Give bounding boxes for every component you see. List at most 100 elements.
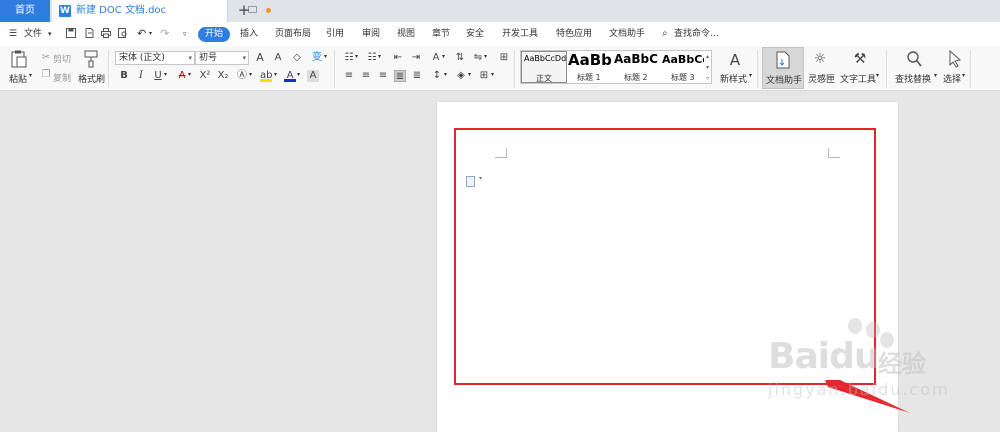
chevron-down-icon[interactable]: ▾	[442, 53, 445, 60]
text-tools-button[interactable]: 文字工具	[840, 72, 876, 85]
format-painter-button[interactable]: 格式刷	[78, 72, 105, 85]
gallery-scroll-down-icon[interactable]: ▾	[704, 62, 711, 73]
format-painter-icon[interactable]	[84, 50, 98, 68]
menu-tab-review[interactable]: 审阅	[362, 22, 380, 46]
strikethrough-icon[interactable]: A	[176, 70, 188, 82]
menu-tab-doc-assistant[interactable]: 文档助手	[609, 22, 645, 46]
new-style-icon[interactable]: A	[726, 51, 744, 69]
superscript-icon[interactable]: X²	[199, 70, 211, 82]
table-icon[interactable]: ⊞	[498, 52, 510, 64]
align-center-icon[interactable]: ≡	[360, 70, 372, 82]
line-spacing-icon[interactable]: ↕	[431, 70, 443, 82]
align-right-icon[interactable]: ≡	[377, 70, 389, 82]
bold-icon[interactable]: B	[118, 70, 130, 82]
shading-icon[interactable]: ◈	[455, 70, 467, 82]
menu-tab-security[interactable]: 安全	[466, 22, 484, 46]
copy-icon[interactable]: ❐	[40, 69, 52, 81]
menu-tab-page-layout[interactable]: 页面布局	[275, 22, 311, 46]
customize-toolbar-icon[interactable]: ▿	[183, 22, 187, 46]
show-marks-icon[interactable]: ⇋	[472, 52, 484, 64]
paste-icon[interactable]	[11, 50, 27, 68]
menu-tab-view[interactable]: 视图	[397, 22, 415, 46]
inspiration-button[interactable]: 灵感匣	[808, 72, 835, 85]
home-tab[interactable]: 首页	[0, 0, 50, 22]
font-color-icon[interactable]: A	[284, 70, 296, 82]
chevron-down-icon[interactable]: ▾	[934, 72, 937, 79]
cut-button[interactable]: 剪切	[53, 52, 71, 65]
new-style-button[interactable]: 新样式	[720, 72, 747, 85]
highlight-icon[interactable]: ab	[260, 70, 272, 82]
chevron-down-icon[interactable]: ▾	[749, 72, 752, 79]
chevron-down-icon[interactable]: ▾	[297, 71, 300, 78]
new-tab-button[interactable]: +	[236, 0, 252, 22]
paste-dropdown-icon[interactable]: ▾	[29, 72, 32, 79]
scissors-icon[interactable]: ✂	[40, 52, 52, 64]
chevron-down-icon[interactable]: ▾	[164, 71, 167, 78]
menu-tab-references[interactable]: 引用	[326, 22, 344, 46]
distributed-align-icon[interactable]: ≣	[411, 70, 423, 82]
gallery-scroll-up-icon[interactable]: ▴	[704, 51, 711, 62]
font-size-select[interactable]: 初号 ▾	[195, 51, 249, 65]
style-heading-1[interactable]: AaBb 标题 1	[568, 51, 613, 83]
phonetic-guide-icon[interactable]: 变	[311, 52, 323, 64]
search-icon[interactable]	[906, 50, 922, 68]
grow-font-icon[interactable]: A	[254, 52, 266, 64]
wrench-icon[interactable]: ⚒	[852, 51, 868, 67]
document-tab[interactable]: W 新建 DOC 文档.doc	[52, 0, 271, 22]
menu-tab-special-apps[interactable]: 特色应用	[556, 22, 592, 46]
chevron-down-icon[interactable]: ▾	[274, 71, 277, 78]
style-heading-3[interactable]: AaBbCc 标题 3	[662, 51, 704, 83]
save-icon[interactable]	[66, 28, 76, 38]
chevron-down-icon[interactable]: ▾	[484, 53, 487, 60]
chevron-down-icon[interactable]: ▾	[491, 71, 494, 78]
bullet-list-icon[interactable]: ☷	[343, 52, 355, 64]
select-button[interactable]: 选择	[943, 72, 961, 85]
text-effect-icon[interactable]: Ⓐ	[236, 70, 248, 82]
clear-format-icon[interactable]: ◇	[291, 52, 303, 64]
menu-tab-developer[interactable]: 开发工具	[502, 22, 538, 46]
chevron-down-icon[interactable]: ▾	[876, 72, 879, 79]
copy-button[interactable]: 复制	[53, 71, 71, 84]
hamburger-icon[interactable]: ☰	[9, 22, 17, 46]
menu-tab-start[interactable]: 开始	[198, 27, 230, 42]
style-normal[interactable]: AaBbCcDd 正文	[521, 51, 567, 83]
chevron-down-icon[interactable]: ▾	[48, 22, 52, 46]
chevron-down-icon[interactable]: ▾	[324, 53, 327, 60]
undo-icon[interactable]: ↶	[137, 22, 146, 46]
justify-icon[interactable]: ≣	[394, 70, 406, 82]
export-pdf-icon[interactable]	[84, 28, 94, 38]
chevron-down-icon[interactable]: ▾	[468, 71, 471, 78]
chevron-down-icon[interactable]: ▾	[378, 53, 381, 60]
underline-icon[interactable]: U	[152, 70, 164, 82]
font-name-select[interactable]: 宋体 (正文) ▾	[115, 51, 195, 65]
shrink-font-icon[interactable]: A	[272, 52, 284, 64]
menu-tab-chapter[interactable]: 章节	[432, 22, 450, 46]
borders-icon[interactable]: ⊞	[478, 70, 490, 82]
cursor-icon[interactable]	[948, 50, 962, 68]
chevron-down-icon[interactable]: ▾	[962, 72, 965, 79]
menu-file[interactable]: 文件	[24, 22, 42, 46]
sort-icon[interactable]: ⇅	[454, 52, 466, 64]
menu-tab-insert[interactable]: 插入	[240, 22, 258, 46]
align-left-icon[interactable]: ≡	[343, 70, 355, 82]
subscript-icon[interactable]: X₂	[217, 70, 229, 82]
decrease-indent-icon[interactable]: ⇤	[392, 52, 404, 64]
character-shading-icon[interactable]: A	[307, 70, 319, 82]
search-icon[interactable]: ⌕	[662, 22, 668, 46]
redo-icon[interactable]: ↷	[160, 22, 169, 46]
chevron-down-icon[interactable]: ▾	[355, 53, 358, 60]
italic-icon[interactable]: I	[135, 70, 147, 82]
paste-button[interactable]: 粘贴	[9, 72, 27, 85]
lightbulb-icon[interactable]: ☼	[812, 51, 828, 67]
command-search[interactable]: 查找命令...	[674, 22, 719, 46]
chevron-down-icon[interactable]: ▾	[249, 71, 252, 78]
find-replace-button[interactable]: 查找替换	[895, 72, 931, 85]
print-icon[interactable]	[101, 28, 111, 38]
chevron-down-icon[interactable]: ▾	[444, 71, 447, 78]
chinese-layout-icon[interactable]: A	[430, 52, 442, 64]
numbered-list-icon[interactable]: ☷	[366, 52, 378, 64]
style-heading-2[interactable]: AaBbC 标题 2	[614, 51, 661, 83]
undo-dropdown-icon[interactable]: ▾	[149, 22, 152, 46]
increase-indent-icon[interactable]: ⇥	[410, 52, 422, 64]
print-preview-icon[interactable]	[118, 28, 128, 38]
